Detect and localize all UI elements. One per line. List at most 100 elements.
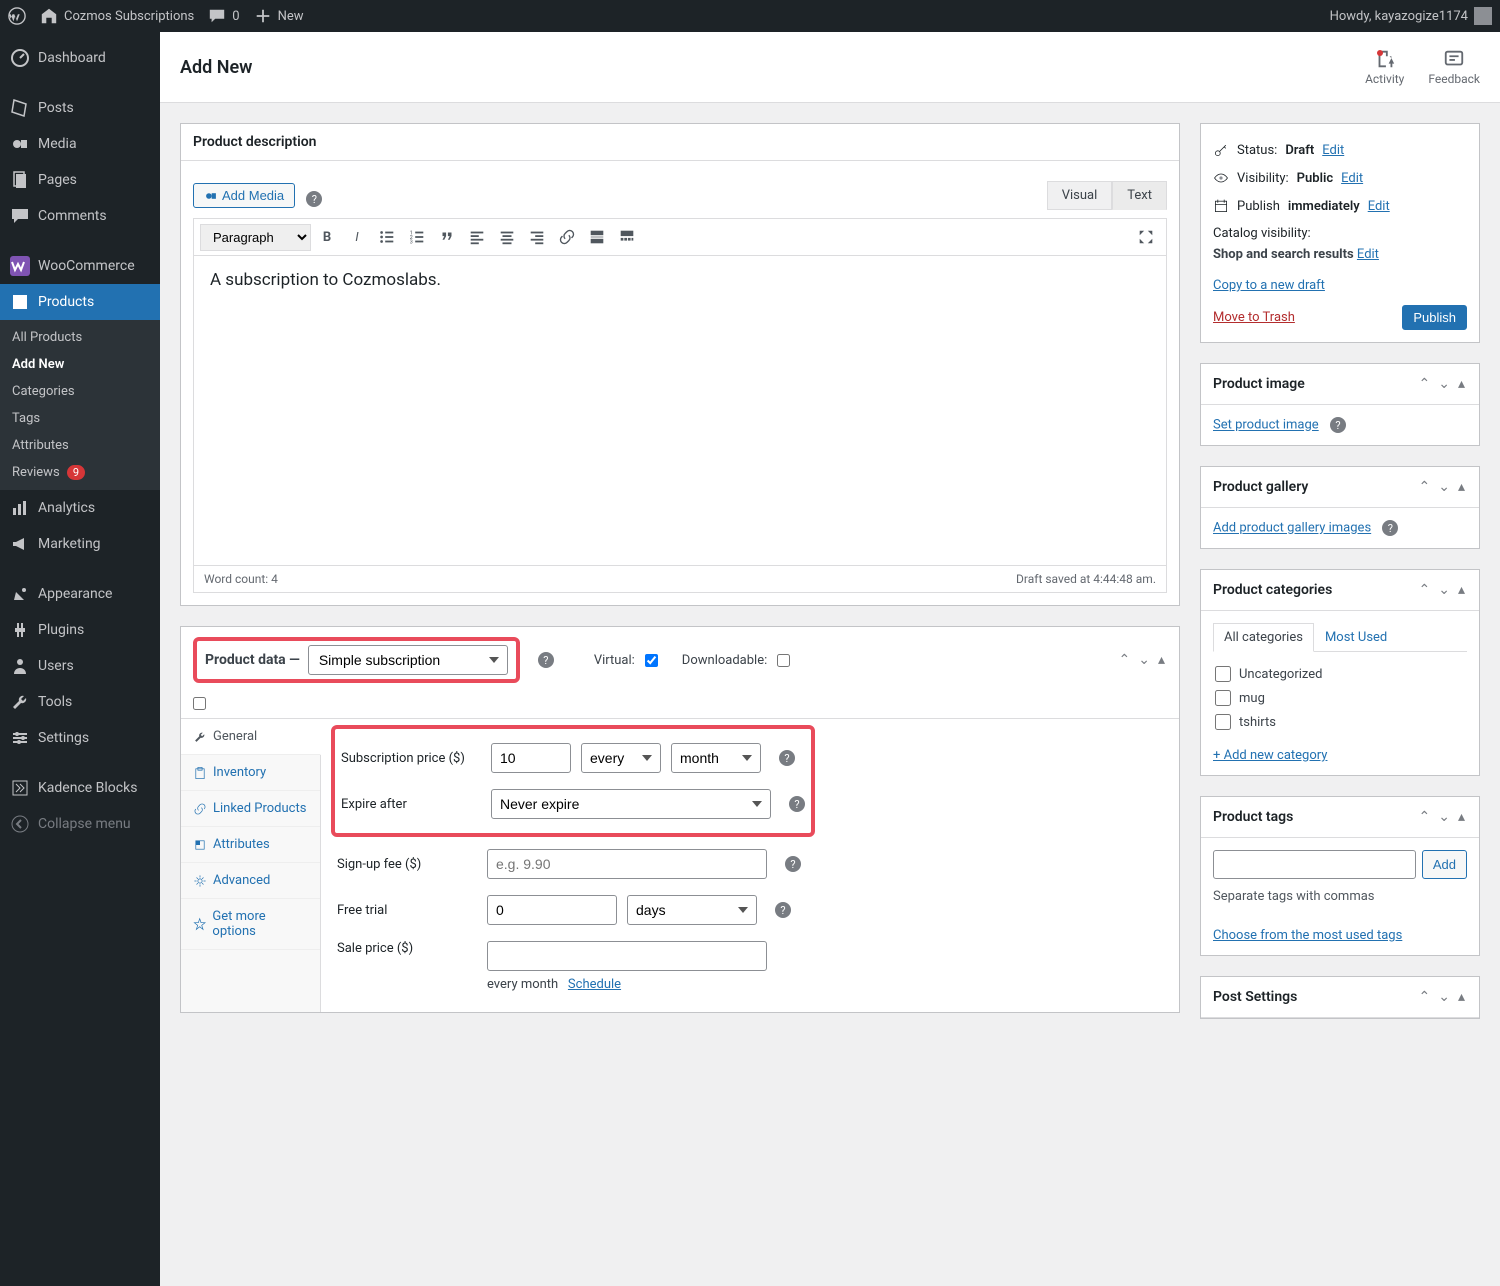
bold-icon[interactable]: B: [313, 223, 341, 251]
tab-inventory[interactable]: Inventory: [181, 755, 320, 791]
sidebar-sub-categories[interactable]: Categories: [0, 378, 160, 405]
chevron-down-icon[interactable]: ⌄: [1436, 477, 1452, 497]
status-edit-link[interactable]: Edit: [1322, 143, 1344, 158]
visual-tab[interactable]: Visual: [1047, 181, 1113, 210]
sub-price-input[interactable]: [491, 743, 571, 773]
choose-tags-link[interactable]: Choose from the most used tags: [1213, 928, 1402, 943]
sidebar-sub-all-products[interactable]: All Products: [0, 324, 160, 351]
chevron-up-icon[interactable]: ⌃: [1417, 477, 1433, 497]
help-icon[interactable]: ?: [1330, 417, 1346, 433]
chevron-up-icon[interactable]: ⌃: [1417, 374, 1433, 394]
sidebar-item-media[interactable]: Media: [0, 126, 160, 162]
collapse-icon[interactable]: ▴: [1456, 987, 1467, 1007]
sidebar-item-comments[interactable]: Comments: [0, 198, 160, 234]
move-trash-link[interactable]: Move to Trash: [1213, 310, 1295, 325]
category-checkbox[interactable]: [1215, 666, 1231, 682]
sidebar-item-dashboard[interactable]: Dashboard: [0, 40, 160, 76]
sidebar-item-woocommerce[interactable]: WooCommerce: [0, 248, 160, 284]
help-icon[interactable]: ?: [785, 856, 801, 872]
chevron-down-icon[interactable]: ⌄: [1436, 807, 1452, 827]
sidebar-item-tools[interactable]: Tools: [0, 684, 160, 720]
add-gallery-link[interactable]: Add product gallery images: [1213, 521, 1371, 536]
comments-link[interactable]: 0: [208, 7, 239, 25]
collapse-icon[interactable]: ▴: [1156, 650, 1167, 670]
tab-advanced[interactable]: Advanced: [181, 863, 320, 899]
schedule-link[interactable]: Schedule: [568, 977, 621, 992]
tab-attributes[interactable]: Attributes: [181, 827, 320, 863]
chevron-down-icon[interactable]: ⌄: [1436, 580, 1452, 600]
copy-draft-link[interactable]: Copy to a new draft: [1213, 278, 1325, 293]
sub-every-select[interactable]: every: [581, 743, 661, 773]
readmore-icon[interactable]: [583, 223, 611, 251]
align-left-icon[interactable]: [463, 223, 491, 251]
sidebar-item-posts[interactable]: Posts: [0, 90, 160, 126]
visibility-edit-link[interactable]: Edit: [1341, 171, 1363, 186]
activity-button[interactable]: Activity: [1365, 48, 1404, 86]
categories-all-tab[interactable]: All categories: [1213, 623, 1314, 652]
help-icon[interactable]: ?: [306, 191, 322, 207]
add-category-link[interactable]: + Add new category: [1213, 748, 1327, 763]
tab-general[interactable]: General: [181, 719, 321, 755]
help-icon[interactable]: ?: [775, 902, 791, 918]
sidebar-item-marketing[interactable]: Marketing: [0, 526, 160, 562]
sidebar-item-appearance[interactable]: Appearance: [0, 576, 160, 612]
link-icon[interactable]: [553, 223, 581, 251]
sidebar-sub-add-new[interactable]: Add New: [0, 351, 160, 378]
sidebar-item-products[interactable]: Products: [0, 284, 160, 320]
publish-edit-link[interactable]: Edit: [1368, 199, 1390, 214]
categories-most-used-tab[interactable]: Most Used: [1314, 623, 1398, 652]
category-uncategorized[interactable]: Uncategorized: [1213, 662, 1467, 686]
paragraph-select[interactable]: Paragraph: [200, 224, 311, 251]
sidebar-item-pages[interactable]: Pages: [0, 162, 160, 198]
sidebar-item-collapse[interactable]: Collapse menu: [0, 806, 160, 842]
category-checkbox[interactable]: [1215, 714, 1231, 730]
sidebar-item-kadence[interactable]: Kadence Blocks: [0, 770, 160, 806]
sidebar-item-analytics[interactable]: Analytics: [0, 490, 160, 526]
chevron-down-icon[interactable]: ⌄: [1436, 987, 1452, 1007]
collapse-icon[interactable]: ▴: [1456, 807, 1467, 827]
help-icon[interactable]: ?: [1382, 520, 1398, 536]
add-tag-button[interactable]: Add: [1422, 850, 1467, 879]
category-tshirts[interactable]: tshirts: [1213, 710, 1467, 734]
sub-period-select[interactable]: month: [671, 743, 761, 773]
sale-input[interactable]: [487, 941, 767, 971]
tab-linked[interactable]: Linked Products: [181, 791, 320, 827]
chevron-up-icon[interactable]: ⌃: [1417, 807, 1433, 827]
help-icon[interactable]: ?: [538, 652, 554, 668]
catalog-edit-link[interactable]: Edit: [1357, 247, 1379, 262]
align-center-icon[interactable]: [493, 223, 521, 251]
numbered-list-icon[interactable]: 123: [403, 223, 431, 251]
sidebar-sub-tags[interactable]: Tags: [0, 405, 160, 432]
help-icon[interactable]: ?: [779, 750, 795, 766]
trial-unit-select[interactable]: days: [627, 895, 757, 925]
blockquote-icon[interactable]: [433, 223, 461, 251]
collapse-icon[interactable]: ▴: [1456, 374, 1467, 394]
help-icon[interactable]: ?: [789, 796, 805, 812]
chevron-down-icon[interactable]: ⌄: [1436, 374, 1452, 394]
expire-select[interactable]: Never expire: [491, 789, 771, 819]
chevron-up-icon[interactable]: ⌃: [1417, 580, 1433, 600]
product-type-select[interactable]: Simple subscription: [308, 645, 508, 675]
set-product-image-link[interactable]: Set product image: [1213, 418, 1319, 433]
sidebar-sub-reviews[interactable]: Reviews 9: [0, 459, 160, 486]
site-link[interactable]: Cozmos Subscriptions: [40, 7, 194, 25]
add-media-button[interactable]: Add Media: [193, 183, 295, 208]
category-checkbox[interactable]: [1215, 690, 1231, 706]
collapse-icon[interactable]: ▴: [1456, 580, 1467, 600]
category-mug[interactable]: mug: [1213, 686, 1467, 710]
sidebar-item-plugins[interactable]: Plugins: [0, 612, 160, 648]
sidebar-item-users[interactable]: Users: [0, 648, 160, 684]
align-right-icon[interactable]: [523, 223, 551, 251]
wp-logo[interactable]: [8, 7, 26, 25]
chevron-up-icon[interactable]: ⌃: [1417, 987, 1433, 1007]
virtual-checkbox[interactable]: [645, 654, 658, 667]
downloadable-checkbox[interactable]: [777, 654, 790, 667]
publish-button[interactable]: Publish: [1402, 305, 1467, 330]
trial-input[interactable]: [487, 895, 617, 925]
unknown-checkbox[interactable]: [193, 697, 206, 710]
new-link[interactable]: New: [254, 7, 304, 25]
feedback-button[interactable]: Feedback: [1428, 48, 1480, 86]
tag-input[interactable]: [1213, 850, 1416, 879]
collapse-icon[interactable]: ▴: [1456, 477, 1467, 497]
chevron-down-icon[interactable]: ⌄: [1136, 650, 1152, 670]
